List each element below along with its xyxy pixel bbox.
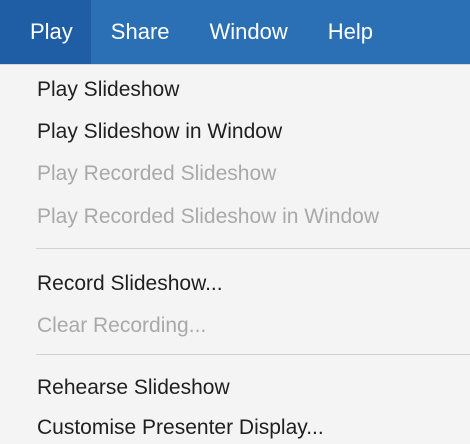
menu-bar: Play Share Window Help [0, 0, 470, 64]
menu-separator [36, 248, 470, 249]
menu-separator [36, 354, 470, 355]
play-menu-dropdown: Play Slideshow Play Slideshow in Window … [0, 64, 470, 444]
menu-item-rehearse-slideshow[interactable]: Rehearse Slideshow [37, 375, 230, 401]
menu-window[interactable]: Window [190, 0, 308, 64]
menu-help[interactable]: Help [308, 0, 393, 64]
menu-item-clear-recording: Clear Recording... [37, 314, 207, 337]
menu-item-play-recorded-slideshow-in-window: Play Recorded Slideshow in Window [37, 205, 379, 228]
menu-item-play-recorded-slideshow: Play Recorded Slideshow [37, 162, 277, 185]
menu-item-play-slideshow[interactable]: Play Slideshow [37, 77, 179, 103]
menu-item-customise-presenter-display[interactable]: Customise Presenter Display... [37, 415, 324, 441]
menu-item-record-slideshow[interactable]: Record Slideshow... [37, 271, 223, 297]
menu-item-play-slideshow-in-window[interactable]: Play Slideshow in Window [37, 119, 282, 145]
menu-share[interactable]: Share [91, 0, 190, 64]
menu-play[interactable]: Play [0, 0, 91, 64]
